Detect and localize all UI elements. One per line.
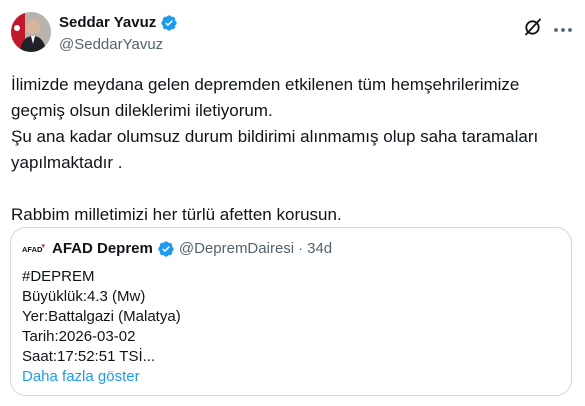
quoted-tweet-header: AFAD AFAD Deprem @DepremDairesi · 34d <box>22 239 332 259</box>
quoted-tweet-text: #DEPREM Büyüklük:4.3 (Mw) Yer:Battalgazi… <box>22 267 181 387</box>
afad-logo[interactable]: AFAD <box>22 239 46 259</box>
author-handle[interactable]: @SeddarYavuz <box>59 35 178 55</box>
separator-dot: · <box>298 240 304 257</box>
tweet-text-blank-line <box>11 176 576 202</box>
author-name[interactable]: Seddar Yavuz <box>59 13 156 33</box>
quoted-author-name[interactable]: AFAD Deprem <box>52 239 153 259</box>
author-name-row: Seddar Yavuz <box>59 13 178 33</box>
afad-logo-text: AFAD <box>22 245 43 254</box>
author-avatar[interactable] <box>11 12 51 52</box>
tweet-text: İlimizde meydana gelen depremden etkilen… <box>11 72 576 228</box>
tweet-text-line: Şu ana kadar olumsuz durum bildirimi alı… <box>11 127 539 146</box>
quoted-tweet[interactable]: AFAD AFAD Deprem @DepremDairesi · 34d #D… <box>10 227 572 396</box>
quoted-text-line: Tarih:2026-03-02 <box>22 328 136 345</box>
author-info: Seddar Yavuz @SeddarYavuz <box>59 13 178 55</box>
quoted-author-handle[interactable]: @DepremDairesi <box>179 239 294 259</box>
quoted-tweet-time[interactable]: 34d <box>307 239 332 259</box>
more-horizontal-icon[interactable] <box>552 22 574 32</box>
quoted-text-line: #DEPREM <box>22 268 95 285</box>
show-more-link[interactable]: Daha fazla göster <box>22 367 181 387</box>
avatar-photo <box>11 12 51 52</box>
verified-badge-icon <box>157 240 175 258</box>
verified-badge-icon <box>160 14 178 32</box>
quoted-text-line: Büyüklük:4.3 (Mw) <box>22 288 146 305</box>
grok-icon[interactable] <box>523 17 543 37</box>
quoted-text-line: Saat:17:52:51 TSİ... <box>22 348 156 365</box>
tweet-text-line: geçmiş olsun dileklerimi iletiyorum. <box>11 101 273 120</box>
quoted-text-line: Yer:Battalgazi (Malatya) <box>22 308 181 325</box>
tweet-text-line: Rabbim milletimizi her türlü afetten kor… <box>11 205 342 224</box>
tweet-text-line: yapılmaktadır . <box>11 153 123 172</box>
tweet: Seddar Yavuz @SeddarYavuz İlimizde meyda… <box>0 0 585 406</box>
tweet-text-line: İlimizde meydana gelen depremden etkilen… <box>11 75 520 94</box>
